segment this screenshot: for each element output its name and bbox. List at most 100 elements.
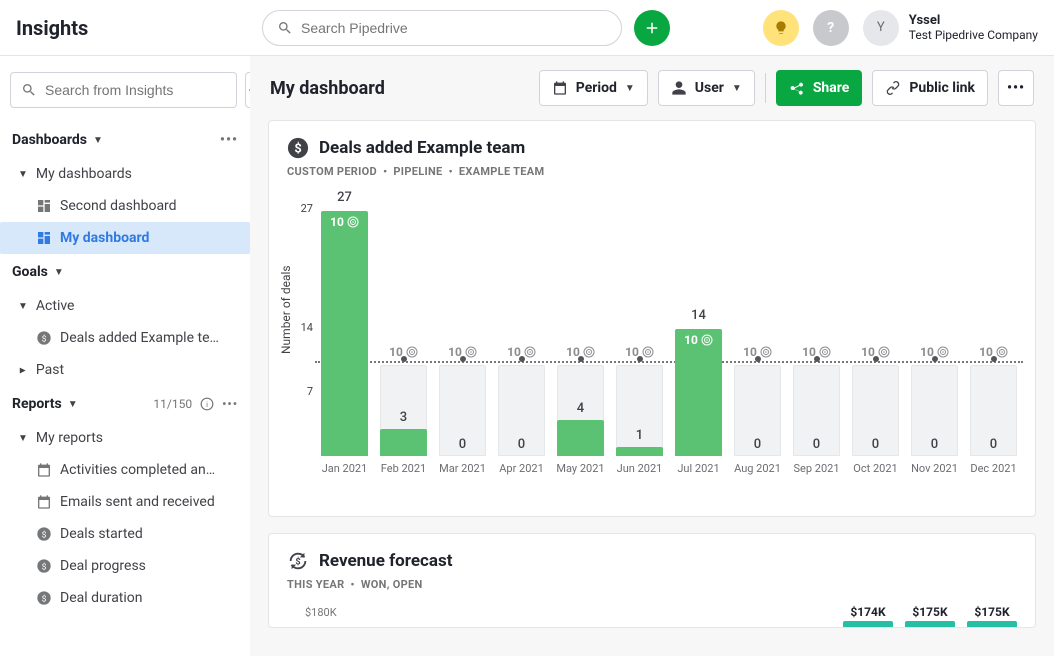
bar-slot[interactable]: 10 27 <box>315 211 374 456</box>
sidebar-item-second-dashboard[interactable]: Second dashboard <box>0 190 250 222</box>
user-text: Yssel Test Pipedrive Company <box>909 13 1038 43</box>
y-tick: 14 <box>295 321 313 334</box>
info-icon[interactable]: i <box>200 397 214 411</box>
bar-value: 0 <box>931 437 938 452</box>
sidebar-item-my-dashboard[interactable]: My dashboard <box>0 222 250 254</box>
svg-text:$: $ <box>42 529 47 540</box>
sidebar-item-report[interactable]: $Deal duration <box>0 582 250 614</box>
add-button[interactable] <box>634 10 670 46</box>
link-icon <box>885 80 901 96</box>
bar-slot[interactable]: 10 4 <box>551 211 610 456</box>
period-dropdown[interactable]: Period ▼ <box>539 70 648 106</box>
chevron-down-icon: ▼ <box>54 267 64 278</box>
section-label: Reports <box>12 396 62 412</box>
deals-chart: Number of deals 27 14 7 10 2710 310 010 … <box>269 204 1035 516</box>
sidebar-search-input[interactable] <box>45 82 226 98</box>
item-label: Deal duration <box>60 590 143 606</box>
x-tick: Feb 2021 <box>374 462 433 475</box>
tips-button[interactable] <box>763 10 799 46</box>
x-tick: Dec 2021 <box>964 462 1023 475</box>
section-menu-icon[interactable]: ••• <box>222 397 238 411</box>
search-icon <box>21 82 37 98</box>
goal-badge: 10 <box>389 345 418 359</box>
chevron-down-icon: ▼ <box>732 83 742 94</box>
share-button[interactable]: Share <box>776 70 863 106</box>
rev-bar <box>905 621 955 627</box>
x-tick: Jul 2021 <box>669 462 728 475</box>
search-icon <box>277 20 293 36</box>
user-dropdown[interactable]: User ▼ <box>658 70 755 106</box>
public-label: Public link <box>909 80 975 96</box>
dollar-icon: $ <box>287 137 309 159</box>
bar-slot[interactable]: 10 0 <box>433 211 492 456</box>
chevron-down-icon: ▼ <box>18 301 28 312</box>
x-tick: Aug 2021 <box>728 462 787 475</box>
bar-slot[interactable]: 10 0 <box>905 211 964 456</box>
bar-slot[interactable]: 10 0 <box>964 211 1023 456</box>
sidebar-group-active[interactable]: ▼ Active <box>0 290 250 322</box>
sidebar-item-report[interactable]: Activities completed an… <box>0 454 250 486</box>
sidebar-search[interactable] <box>10 72 237 108</box>
bar-slot[interactable]: 10 3 <box>374 211 433 456</box>
bar-slot[interactable]: 10 1 <box>610 211 669 456</box>
bar <box>557 420 604 456</box>
sidebar-item-report[interactable]: $Deals started <box>0 518 250 550</box>
section-menu-icon[interactable]: ••• <box>220 132 238 148</box>
rev-bar <box>967 621 1017 627</box>
bar-slot[interactable]: 10 0 <box>846 211 905 456</box>
group-label: Active <box>36 298 75 314</box>
svg-text:$: $ <box>42 333 47 344</box>
sidebar-item-goal-deals-added[interactable]: $ Deals added Example te… <box>0 322 250 354</box>
bulb-icon <box>773 20 789 36</box>
card-revenue-forecast: $ Revenue forecast THIS YEAR • WON, OPEN… <box>268 533 1036 628</box>
reports-count: 11/150 <box>153 397 192 411</box>
global-search[interactable] <box>262 10 622 46</box>
rev-label: $175K <box>967 605 1017 619</box>
x-tick: Nov 2021 <box>905 462 964 475</box>
sidebar-group-my-reports[interactable]: ▼ My reports <box>0 422 250 454</box>
item-label: Second dashboard <box>60 198 177 214</box>
bar-value: 0 <box>518 437 525 452</box>
card-subtitle: CUSTOM PERIOD • PIPELINE • EXAMPLE TEAM <box>269 165 1035 186</box>
goal-badge: 10 <box>802 345 831 359</box>
bar: 10 <box>675 329 722 456</box>
section-goals[interactable]: Goals ▼ <box>0 254 250 290</box>
section-label: Dashboards <box>12 132 87 148</box>
x-tick: Oct 2021 <box>846 462 905 475</box>
content-header: My dashboard Period ▼ User ▼ Share <box>250 56 1054 120</box>
svg-text:i: i <box>206 400 208 409</box>
bar <box>380 429 427 456</box>
public-link-button[interactable]: Public link <box>872 70 988 106</box>
section-dashboards[interactable]: Dashboards ▼ ••• <box>0 122 250 158</box>
report-icon <box>36 494 52 510</box>
top-center <box>262 10 751 46</box>
bar-value: 4 <box>577 401 584 416</box>
svg-text:$: $ <box>295 557 300 568</box>
dashboard-icon <box>36 198 52 214</box>
bar-slot[interactable]: 10 0 <box>787 211 846 456</box>
bar-value: 0 <box>754 437 761 452</box>
bar-slot[interactable]: 10 0 <box>492 211 551 456</box>
sidebar-item-report[interactable]: Emails sent and received <box>0 486 250 518</box>
period-label: Period <box>576 80 617 96</box>
share-label: Share <box>813 80 850 96</box>
global-search-input[interactable] <box>301 20 607 36</box>
y-tick: $180K <box>287 606 327 619</box>
x-tick: May 2021 <box>551 462 610 475</box>
section-reports[interactable]: Reports ▼ 11/150 i ••• <box>0 386 250 422</box>
more-icon: ••• <box>1007 80 1025 96</box>
goal-badge: 10 <box>979 345 1008 359</box>
sidebar-item-report[interactable]: $Deal progress <box>0 550 250 582</box>
help-button[interactable]: ? <box>813 10 849 46</box>
page-title: My dashboard <box>270 78 385 99</box>
bar-slot[interactable]: 10 14 <box>669 211 728 456</box>
user-label: User <box>695 80 724 96</box>
goal-badge: 10 <box>507 345 536 359</box>
more-button[interactable]: ••• <box>998 70 1034 106</box>
chevron-down-icon: ▼ <box>68 399 78 410</box>
sidebar-group-past[interactable]: ▼ Past <box>0 354 250 386</box>
user-menu[interactable]: Y Yssel Test Pipedrive Company <box>863 10 1038 46</box>
report-icon <box>36 462 52 478</box>
sidebar-group-my-dashboards[interactable]: ▼ My dashboards <box>0 158 250 190</box>
bar-slot[interactable]: 10 0 <box>728 211 787 456</box>
